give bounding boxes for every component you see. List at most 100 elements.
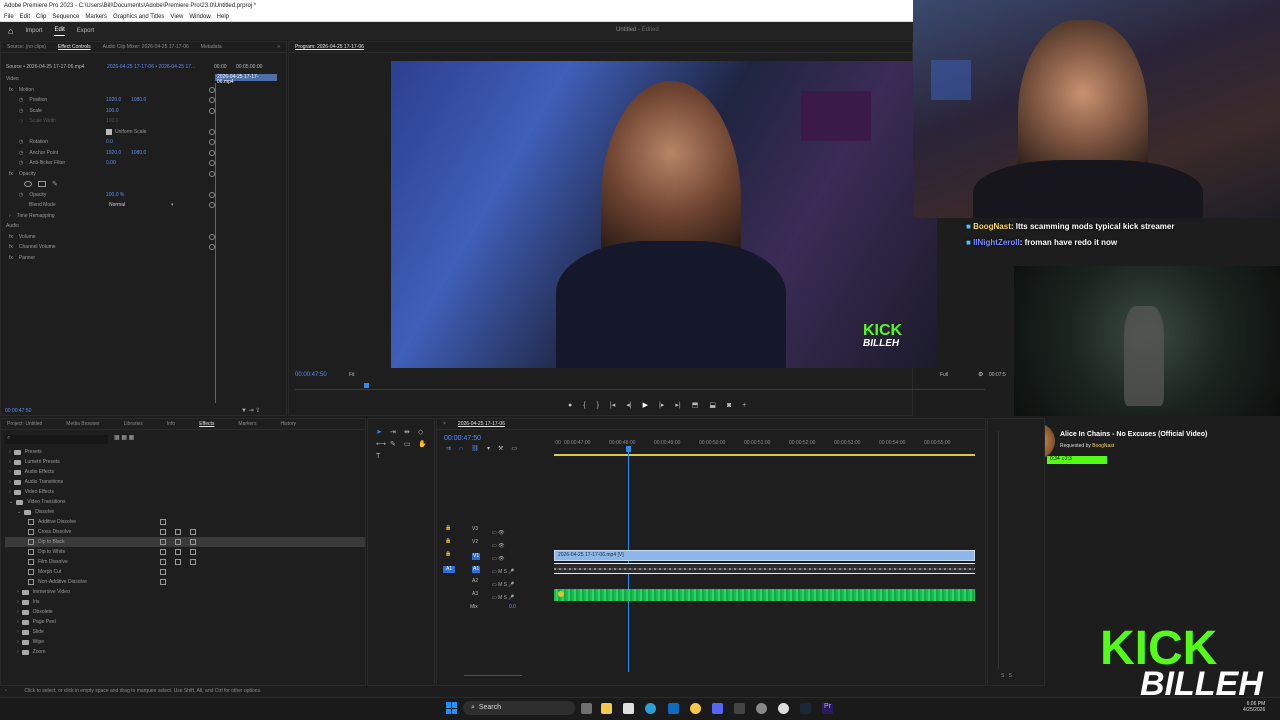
tab-audio-mixer[interactable]: Audio Clip Mixer: 2026-04-25 17-17-06 [103, 44, 189, 50]
razor-icon[interactable]: ◇ [418, 429, 432, 436]
source-clip-selector[interactable]: Source • 2026-04-25 17-17-06.mp4 [6, 65, 84, 70]
rectangle-mask-icon[interactable] [38, 181, 46, 188]
play-icon[interactable]: ▶ [643, 402, 648, 409]
nest-icon[interactable]: ⇉ [446, 446, 451, 452]
tab-source[interactable]: Source: (no clips) [7, 44, 46, 50]
quality-dropdown[interactable]: Full [940, 373, 948, 378]
mail-icon[interactable] [668, 703, 679, 714]
expand-icon[interactable]: » [277, 44, 280, 50]
type-tool-icon[interactable]: T [376, 453, 390, 460]
edge-icon[interactable] [645, 703, 656, 714]
program-playhead[interactable] [364, 383, 369, 388]
reset-icon[interactable] [209, 149, 215, 156]
sequence-clip-selector[interactable]: 2026-04-25 17-17-06 • 2026-04-25 17... [107, 65, 195, 70]
pen-tool-icon[interactable]: ✎ [390, 441, 404, 448]
settings-icon[interactable] [756, 703, 767, 714]
effects-folder[interactable]: › Presets [5, 447, 365, 457]
track-label-v3[interactable]: V3 [472, 527, 478, 532]
timeline-ruler[interactable]: :00 00:00:47:00 00:00:48:00 00:00:49:00 00:0… [554, 438, 979, 453]
effects-folder[interactable]: ⌄ Dissolve [5, 507, 365, 517]
timeline-timecode[interactable]: 00:00:47:50 [444, 435, 481, 442]
linked-icon[interactable]: ⛓ [471, 446, 479, 452]
mini-timeline-clip[interactable]: 2026-04-25 17-17-06.mp4 [215, 74, 277, 85]
step-back-icon[interactable]: ◂| [626, 402, 631, 409]
mark-in-icon[interactable]: { [583, 402, 585, 409]
notes-icon[interactable] [623, 703, 634, 714]
menu-help[interactable]: Help [217, 14, 229, 20]
file-explorer-icon[interactable] [601, 703, 612, 714]
chevron-icon[interactable]: › [9, 469, 11, 475]
anchor-y[interactable]: 1080.0 [131, 150, 146, 156]
chevron-icon[interactable]: › [17, 629, 19, 635]
effects-folder[interactable]: › Wipe [5, 637, 365, 647]
close-icon[interactable]: × [443, 421, 446, 427]
menu-graphics[interactable]: Graphics and Titles [113, 14, 164, 20]
tab-metadata[interactable]: Metadata [201, 44, 222, 50]
premiere-icon[interactable]: Pr [822, 703, 833, 714]
motion-row[interactable]: fx Motion [6, 85, 215, 96]
go-to-in-icon[interactable]: |◂ [610, 402, 615, 409]
effects-folder[interactable]: › Obsolete [5, 607, 365, 617]
obs-icon[interactable] [778, 703, 789, 714]
chevron-icon[interactable]: › [9, 459, 11, 465]
discord-icon[interactable] [712, 703, 723, 714]
uniform-scale-checkbox[interactable] [106, 128, 112, 135]
audio-clip-a3[interactable] [554, 589, 975, 601]
preset-filter-icons[interactable]: ▦ ▦ ▦ [114, 435, 134, 441]
track-label-v2[interactable]: V2 [472, 540, 478, 545]
extract-icon[interactable]: ⬓ [709, 402, 716, 409]
effect-item[interactable]: Dip to Black [5, 537, 365, 547]
reset-icon[interactable] [209, 170, 215, 177]
selection-tool-icon[interactable]: ➤ [376, 429, 390, 436]
track-select-icon[interactable]: ⇥ [390, 429, 404, 436]
effect-item[interactable]: Film Dissolve [5, 557, 365, 567]
effects-folder[interactable]: › Immersive Video [5, 587, 365, 597]
filter-icon[interactable]: ▼ ⇥ ⇪ [241, 408, 260, 414]
chevron-icon[interactable]: › [17, 609, 19, 615]
snap-icon[interactable]: ∩ [459, 446, 463, 452]
chevron-icon[interactable]: ⌄ [17, 509, 21, 515]
reset-icon[interactable] [209, 107, 215, 114]
tab-sequence[interactable]: 2026-04-25 17-17-06 [458, 421, 505, 427]
chevron-icon[interactable]: › [9, 479, 11, 485]
reset-icon[interactable] [209, 233, 215, 240]
effects-folder[interactable]: › Iris [5, 597, 365, 607]
go-to-out-icon[interactable]: ▸| [675, 402, 680, 409]
effect-item[interactable]: Cross Dissolve [5, 527, 365, 537]
effects-folder[interactable]: › Audio Effects [5, 467, 365, 477]
ellipse-mask-icon[interactable] [24, 181, 32, 188]
tab-effect-controls[interactable]: Effect Controls [58, 44, 91, 50]
tab-markers[interactable]: Markers [238, 421, 256, 427]
captions-icon[interactable]: ▭ [511, 446, 517, 452]
menu-clip[interactable]: Clip [36, 14, 46, 20]
scale-value[interactable]: 100.0 [106, 108, 119, 114]
export-tab[interactable]: Export [77, 28, 94, 34]
mark-out-icon[interactable]: } [597, 402, 599, 409]
tab-project[interactable]: Project: Untitled [7, 421, 42, 427]
anchor-x[interactable]: 1920.0 [106, 150, 121, 156]
effect-item[interactable]: Morph Cut [5, 567, 365, 577]
effects-folder[interactable]: › Slide [5, 627, 365, 637]
tab-libraries[interactable]: Libraries [124, 421, 143, 427]
solo-buttons[interactable]: S S [1001, 674, 1012, 679]
tab-media-browser[interactable]: Media Browser [66, 421, 99, 427]
opacity-value[interactable]: 100.0 % [106, 192, 124, 198]
mini-playhead[interactable] [215, 83, 216, 403]
effects-folder[interactable]: › Audio Transitions [5, 477, 365, 487]
effect-item[interactable]: Dip to White [5, 547, 365, 557]
track-label-a2[interactable]: A2 [472, 579, 478, 584]
app-icon[interactable] [734, 703, 745, 714]
panner-row[interactable]: fx Panner [6, 253, 214, 264]
mix-volume[interactable]: 0.0 [509, 605, 516, 610]
chevron-icon[interactable]: › [9, 489, 11, 495]
volume-row[interactable]: fx Volume [6, 232, 215, 243]
home-icon[interactable]: ⌂ [8, 26, 13, 36]
source-patch-a1[interactable]: A1 [443, 566, 456, 573]
ripple-edit-icon[interactable]: ⇹ [404, 429, 418, 436]
chevron-icon[interactable]: ⌄ [9, 499, 13, 505]
menu-edit[interactable]: Edit [20, 14, 30, 20]
blend-mode-dropdown[interactable]: Normal [109, 202, 174, 208]
chevron-icon[interactable]: › [17, 639, 19, 645]
slip-icon[interactable]: ⟷ [376, 441, 390, 448]
chrome-icon[interactable] [690, 703, 701, 714]
